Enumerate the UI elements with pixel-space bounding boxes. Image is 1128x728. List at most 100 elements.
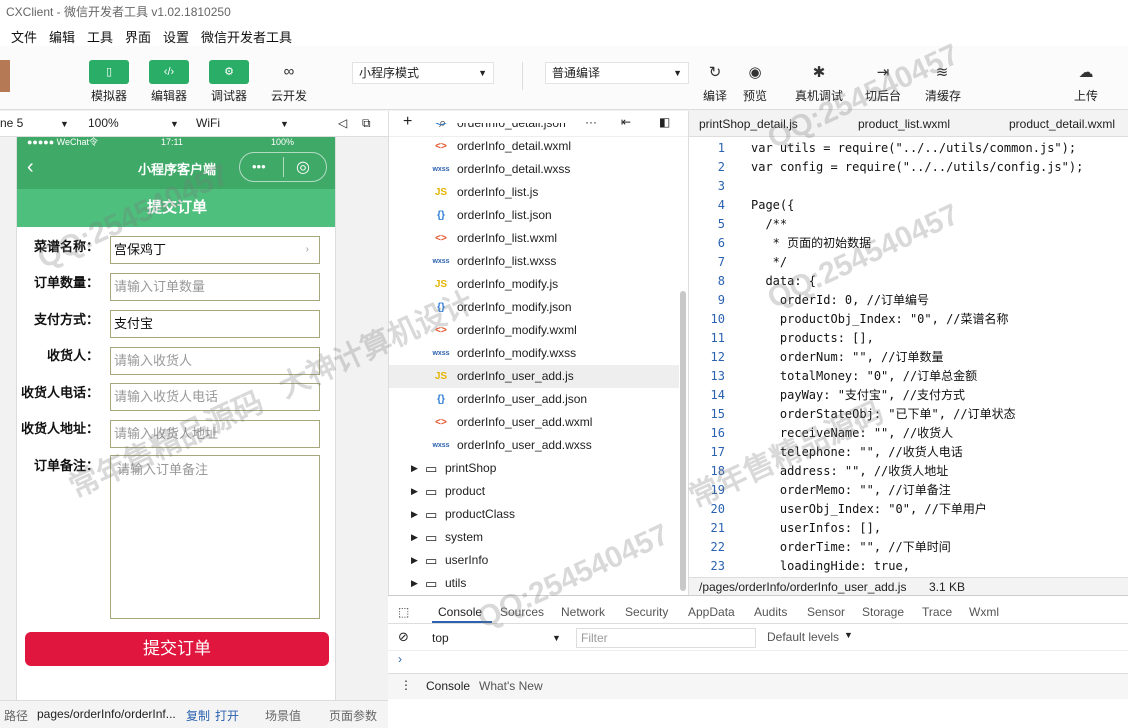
file-tree-item[interactable]: <> orderInfo_detail.json bbox=[389, 123, 679, 135]
device-select[interactable]: ne 5 bbox=[0, 116, 23, 130]
refresh-icon[interactable]: ↻ bbox=[703, 63, 727, 81]
menu-edit[interactable]: 编辑 bbox=[49, 27, 75, 46]
chevron-right-icon[interactable]: ▶ bbox=[411, 572, 418, 595]
debugger-toggle-button[interactable]: ⚙ bbox=[209, 60, 249, 84]
receiver-input[interactable]: 请输入收货人 bbox=[110, 347, 320, 375]
file-tree-item[interactable]: <> orderInfo_list.wxml bbox=[389, 227, 679, 250]
file-tree-item[interactable]: JS orderInfo_user_add.js bbox=[389, 365, 679, 388]
tab-audits[interactable]: Audits bbox=[754, 605, 787, 619]
scene-value-button[interactable]: 场景值 bbox=[265, 707, 301, 724]
zoom-select[interactable]: 100% bbox=[88, 116, 119, 130]
tab-product-detail-wxml[interactable]: product_detail.wxml bbox=[1009, 117, 1115, 131]
compile-mode-select[interactable]: 普通编译 ▼ bbox=[545, 62, 689, 84]
console-prompt-icon[interactable]: › bbox=[398, 652, 402, 666]
menu-view[interactable]: 界面 bbox=[125, 27, 151, 46]
drawer-tab-console[interactable]: Console bbox=[426, 679, 470, 693]
network-select[interactable]: WiFi bbox=[196, 116, 220, 130]
chevron-down-icon: ▼ bbox=[673, 68, 682, 78]
tab-security[interactable]: Security bbox=[625, 605, 668, 619]
folder-item[interactable]: ▶ ▭ system bbox=[389, 526, 679, 549]
file-tree-item[interactable]: {} orderInfo_list.json bbox=[389, 204, 679, 227]
menu-bar: 文件 编辑 工具 界面 设置 微信开发者工具 bbox=[0, 24, 1128, 46]
eye-icon[interactable]: ◉ bbox=[743, 63, 767, 81]
tab-trace[interactable]: Trace bbox=[922, 605, 952, 619]
code-line: 11 products: [], bbox=[689, 329, 1128, 348]
context-select[interactable]: top ▼ bbox=[428, 628, 568, 648]
submit-order-button[interactable]: 提交订单 bbox=[25, 632, 329, 666]
log-levels-select[interactable]: Default levels bbox=[767, 630, 839, 644]
file-tree-item[interactable]: <> orderInfo_modify.wxml bbox=[389, 319, 679, 342]
close-target-icon[interactable]: ◎ bbox=[296, 157, 310, 177]
file-tree-item[interactable]: wxss orderInfo_modify.wxss bbox=[389, 342, 679, 365]
cloud-upload-icon[interactable]: ☁ bbox=[1074, 63, 1098, 81]
chevron-down-icon[interactable]: ▼ bbox=[170, 119, 179, 129]
chevron-down-icon[interactable]: ▼ bbox=[60, 119, 69, 129]
layers-icon[interactable]: ≋ bbox=[930, 63, 954, 81]
tab-product-list-wxml[interactable]: product_list.wxml bbox=[858, 117, 950, 131]
chevron-right-icon[interactable]: ▶ bbox=[411, 526, 418, 549]
chevron-right-icon[interactable]: ▶ bbox=[411, 457, 418, 480]
code-line: 20 userObj_Index: "0", //下单用户 bbox=[689, 500, 1128, 519]
menu-file[interactable]: 文件 bbox=[11, 27, 37, 46]
open-link[interactable]: 打开 bbox=[215, 707, 239, 724]
window-icon[interactable]: ⧉ bbox=[362, 116, 371, 131]
chevron-right-icon[interactable]: ▶ bbox=[411, 549, 418, 572]
console-filter-input[interactable]: Filter bbox=[576, 628, 756, 648]
chevron-right-icon[interactable]: ▶ bbox=[411, 503, 418, 526]
menu-settings[interactable]: 设置 bbox=[163, 27, 189, 46]
chevron-right-icon[interactable]: ▶ bbox=[411, 480, 418, 503]
tab-sensor[interactable]: Sensor bbox=[807, 605, 845, 619]
file-tree-item[interactable]: <> orderInfo_user_add.wxml bbox=[389, 411, 679, 434]
tab-network[interactable]: Network bbox=[561, 605, 605, 619]
file-tree-scrollbar[interactable] bbox=[680, 291, 686, 591]
chevron-down-icon[interactable]: ▼ bbox=[280, 119, 289, 129]
tab-sources[interactable]: Sources bbox=[500, 605, 544, 619]
file-tree-item[interactable]: wxss orderInfo_list.wxss bbox=[389, 250, 679, 273]
tab-console[interactable]: Console bbox=[438, 605, 482, 619]
window-title: CXClient - 微信开发者工具 v1.02.1810250 bbox=[6, 5, 231, 19]
payment-picker[interactable]: 支付宝 bbox=[110, 310, 320, 338]
tab-storage[interactable]: Storage bbox=[862, 605, 904, 619]
more-dots-icon[interactable]: ••• bbox=[252, 159, 266, 174]
menu-wechat-devtools[interactable]: 微信开发者工具 bbox=[201, 27, 292, 46]
tab-appdata[interactable]: AppData bbox=[688, 605, 735, 619]
block-icon[interactable]: ⊘ bbox=[398, 629, 409, 645]
drawer-menu-icon[interactable]: ⋮ bbox=[400, 678, 412, 692]
folder-item[interactable]: ▶ ▭ productClass bbox=[389, 503, 679, 526]
file-tree-item[interactable]: JS orderInfo_modify.js bbox=[389, 273, 679, 296]
menu-tools[interactable]: 工具 bbox=[87, 27, 113, 46]
code-line: 7 */ bbox=[689, 253, 1128, 272]
simulator-toggle-button[interactable]: ▯ bbox=[89, 60, 129, 84]
avatar[interactable] bbox=[0, 60, 10, 92]
cloud-link-icon[interactable]: ∞ bbox=[277, 63, 301, 80]
tab-wxml[interactable]: Wxml bbox=[969, 605, 999, 619]
page-params-button[interactable]: 页面参数 bbox=[329, 707, 377, 724]
chevron-down-icon[interactable]: ▼ bbox=[844, 630, 853, 640]
folder-item[interactable]: ▶ ▭ userInfo bbox=[389, 549, 679, 572]
receiver-phone-input[interactable]: 请输入收货人电话 bbox=[110, 383, 320, 411]
file-tree-item[interactable]: JS orderInfo_list.js bbox=[389, 181, 679, 204]
volume-icon[interactable]: ◁ bbox=[338, 116, 347, 130]
file-tree-item[interactable]: wxss orderInfo_user_add.wxss bbox=[389, 434, 679, 457]
drawer-tab-whats-new[interactable]: What's New bbox=[479, 679, 543, 693]
receiver-address-input[interactable]: 请输入收货人地址 bbox=[110, 420, 320, 448]
folder-item[interactable]: ▶ ▭ printShop bbox=[389, 457, 679, 480]
file-tree-item[interactable]: {} orderInfo_user_add.json bbox=[389, 388, 679, 411]
file-tree-item[interactable]: {} orderInfo_modify.json bbox=[389, 296, 679, 319]
switch-background-icon[interactable]: ⇥ bbox=[871, 63, 895, 81]
mode-select[interactable]: 小程序模式 ▼ bbox=[352, 62, 494, 84]
tab-printshop-detail-js[interactable]: printShop_detail.js bbox=[699, 117, 798, 131]
copy-link[interactable]: 复制 bbox=[186, 707, 210, 724]
file-tree-item[interactable]: wxss orderInfo_detail.wxss bbox=[389, 158, 679, 181]
folder-item[interactable]: ▶ ▭ utils bbox=[389, 572, 679, 595]
editor-toggle-button[interactable]: ‹/› bbox=[149, 60, 189, 84]
file-tree-item[interactable]: <> orderInfo_detail.wxml bbox=[389, 135, 679, 158]
folder-item[interactable]: ▶ ▭ product bbox=[389, 480, 679, 503]
memo-textarea[interactable]: 请输入订单备注 bbox=[110, 455, 320, 619]
dish-picker[interactable]: 宫保鸡丁 › bbox=[110, 236, 320, 264]
bug-icon[interactable]: ✱ bbox=[807, 63, 831, 81]
inspect-icon[interactable]: ⬚ bbox=[398, 605, 409, 619]
code-area[interactable]: 1 var utils = require("../../utils/common… bbox=[689, 139, 1128, 577]
code-line: 23 loadingHide: true, bbox=[689, 557, 1128, 576]
quantity-input[interactable]: 请输入订单数量 bbox=[110, 273, 320, 301]
